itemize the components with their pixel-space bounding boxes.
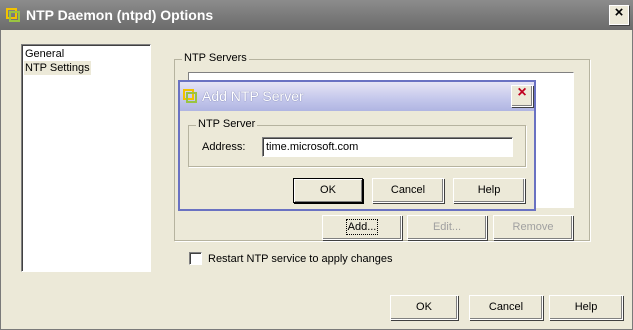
help-button[interactable]: Help [549, 295, 623, 320]
vsphere-app-icon [6, 8, 20, 22]
ok-button-label: OK [416, 301, 432, 313]
close-icon: × [517, 84, 527, 101]
restart-service-label[interactable]: Restart NTP service to apply changes [208, 253, 392, 265]
window-title: NTP Daemon (ntpd) Options [26, 7, 214, 23]
dialog-close-button[interactable]: × [511, 84, 533, 107]
remove-button-label: Remove [512, 221, 554, 233]
dialog-ok-button[interactable]: OK [293, 178, 363, 203]
settings-nav-list[interactable]: General NTP Settings [21, 44, 151, 272]
dialog-titlebar[interactable]: Add NTP Server × [180, 82, 534, 111]
ok-button[interactable]: OK [390, 295, 458, 320]
remove-server-button[interactable]: Remove [493, 215, 573, 240]
cancel-button-label: Cancel [488, 301, 524, 313]
edit-button-label: Edit... [432, 221, 462, 233]
dialog-cancel-label: Cancel [390, 184, 426, 196]
nav-item-label: General [25, 48, 65, 60]
dialog-ok-label: OK [320, 184, 336, 196]
nav-item-general[interactable]: General [24, 47, 65, 61]
address-value: time.microsoft.com [266, 141, 359, 153]
ntp-options-window: NTP Daemon (ntpd) Options × General NTP … [0, 0, 633, 330]
address-input[interactable]: time.microsoft.com [262, 137, 513, 157]
ntp-servers-group-label: NTP Servers [182, 52, 249, 64]
vsphere-app-icon [183, 89, 197, 103]
edit-server-button[interactable]: Edit... [407, 215, 487, 240]
address-label: Address: [202, 141, 246, 153]
ntp-server-group-label: NTP Server [196, 118, 258, 130]
nav-item-ntp-settings[interactable]: NTP Settings [24, 61, 91, 75]
window-titlebar[interactable]: NTP Daemon (ntpd) Options × [0, 0, 633, 30]
dialog-title: Add NTP Server [202, 88, 304, 104]
help-button-label: Help [574, 301, 598, 313]
dialog-help-label: Help [477, 184, 501, 196]
cancel-button[interactable]: Cancel [469, 295, 543, 320]
nav-item-label: NTP Settings [25, 62, 90, 74]
restart-service-checkbox[interactable] [189, 252, 202, 265]
dialog-cancel-button[interactable]: Cancel [372, 178, 444, 203]
close-icon: × [614, 4, 624, 21]
window-close-button[interactable]: × [609, 4, 629, 25]
add-button-label: Add... [345, 219, 379, 235]
add-server-button[interactable]: Add... [322, 215, 402, 240]
add-ntp-server-dialog: Add NTP Server × NTP Server Address: tim… [178, 80, 536, 211]
dialog-help-button[interactable]: Help [453, 178, 525, 203]
